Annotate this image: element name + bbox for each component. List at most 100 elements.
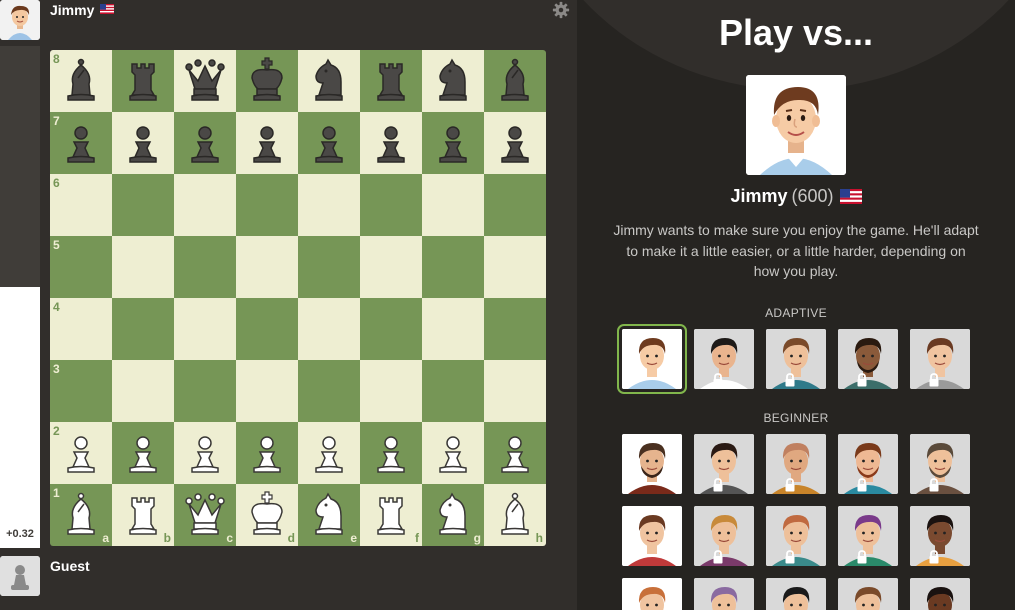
square-h1[interactable]: h [484, 484, 546, 546]
white-rook-icon[interactable] [366, 490, 416, 540]
square-d6[interactable] [236, 174, 298, 236]
square-a8[interactable]: 8 [50, 50, 112, 112]
bot-tile-cap-man[interactable] [766, 506, 826, 566]
square-h3[interactable] [484, 360, 546, 422]
settings-gear-icon[interactable] [552, 1, 570, 19]
square-c7[interactable] [174, 112, 236, 174]
square-h8[interactable] [484, 50, 546, 112]
black-pawn-icon[interactable] [304, 118, 354, 168]
square-c1[interactable]: c [174, 484, 236, 546]
square-e4[interactable] [298, 298, 360, 360]
bot-tile-bald-man[interactable] [766, 434, 826, 494]
bot-tile-purple-hair-woman[interactable] [838, 506, 898, 566]
bot-tile-woman-bun[interactable] [622, 506, 682, 566]
square-e3[interactable] [298, 360, 360, 422]
square-f4[interactable] [360, 298, 422, 360]
bot-tile-bun-hair-man[interactable] [694, 434, 754, 494]
square-a2[interactable]: 2 [50, 422, 112, 484]
square-f6[interactable] [360, 174, 422, 236]
square-a6[interactable]: 6 [50, 174, 112, 236]
bot-tile-gray-beard-man[interactable] [910, 434, 970, 494]
black-rook-icon[interactable] [118, 56, 168, 106]
black-pawn-icon[interactable] [428, 118, 478, 168]
black-pawn-icon[interactable] [366, 118, 416, 168]
bot-tile-bearded-hat-man[interactable] [622, 434, 682, 494]
square-a3[interactable]: 3 [50, 360, 112, 422]
square-b8[interactable] [112, 50, 174, 112]
square-f8[interactable] [360, 50, 422, 112]
square-g1[interactable]: g [422, 484, 484, 546]
bot-tile-woman-bob[interactable] [910, 329, 970, 389]
square-f7[interactable] [360, 112, 422, 174]
square-f2[interactable] [360, 422, 422, 484]
square-c2[interactable] [174, 422, 236, 484]
white-rook-icon[interactable] [118, 490, 168, 540]
square-g2[interactable] [422, 422, 484, 484]
white-knight-icon[interactable] [428, 490, 478, 540]
black-queen-icon[interactable] [180, 56, 230, 106]
square-g4[interactable] [422, 298, 484, 360]
bot-tile-purple-hood[interactable] [694, 578, 754, 610]
square-h7[interactable] [484, 112, 546, 174]
bot-tile-dark-hair-woman[interactable] [766, 578, 826, 610]
square-a5[interactable]: 5 [50, 236, 112, 298]
square-g7[interactable] [422, 112, 484, 174]
square-d2[interactable] [236, 422, 298, 484]
square-e8[interactable] [298, 50, 360, 112]
square-c4[interactable] [174, 298, 236, 360]
square-f1[interactable]: f [360, 484, 422, 546]
black-pawn-icon[interactable] [242, 118, 292, 168]
square-b1[interactable]: b [112, 484, 174, 546]
square-d4[interactable] [236, 298, 298, 360]
square-h6[interactable] [484, 174, 546, 236]
square-d7[interactable] [236, 112, 298, 174]
square-f3[interactable] [360, 360, 422, 422]
square-b4[interactable] [112, 298, 174, 360]
square-c8[interactable] [174, 50, 236, 112]
opponent-avatar[interactable] [0, 0, 40, 40]
white-bishop-icon[interactable] [490, 490, 540, 540]
square-b7[interactable] [112, 112, 174, 174]
square-d5[interactable] [236, 236, 298, 298]
white-king-icon[interactable] [242, 490, 292, 540]
black-king-icon[interactable] [242, 56, 292, 106]
square-c3[interactable] [174, 360, 236, 422]
white-queen-icon[interactable] [180, 490, 230, 540]
black-bishop-icon[interactable] [490, 56, 540, 106]
black-pawn-icon[interactable] [56, 118, 106, 168]
white-pawn-icon[interactable] [56, 428, 106, 478]
bot-tile-ginger-man[interactable] [622, 578, 682, 610]
bot-tile-woman-dark-hair[interactable] [694, 329, 754, 389]
square-h5[interactable] [484, 236, 546, 298]
square-h2[interactable] [484, 422, 546, 484]
square-e1[interactable]: e [298, 484, 360, 546]
square-h4[interactable] [484, 298, 546, 360]
black-knight-icon[interactable] [304, 56, 354, 106]
bot-tile-brown-hair-man[interactable] [838, 578, 898, 610]
square-b5[interactable] [112, 236, 174, 298]
black-pawn-icon[interactable] [490, 118, 540, 168]
square-c6[interactable] [174, 174, 236, 236]
chess-board[interactable]: 8 7 65432 1 a b c d e f g h [50, 50, 546, 546]
square-g3[interactable] [422, 360, 484, 422]
white-pawn-icon[interactable] [304, 428, 354, 478]
square-g8[interactable] [422, 50, 484, 112]
square-e5[interactable] [298, 236, 360, 298]
square-e2[interactable] [298, 422, 360, 484]
white-pawn-icon[interactable] [118, 428, 168, 478]
square-b3[interactable] [112, 360, 174, 422]
guest-avatar[interactable] [0, 556, 40, 596]
square-g6[interactable] [422, 174, 484, 236]
square-a7[interactable]: 7 [50, 112, 112, 174]
square-f5[interactable] [360, 236, 422, 298]
white-pawn-icon[interactable] [180, 428, 230, 478]
square-a1[interactable]: 1a [50, 484, 112, 546]
bot-tile-bearded-man[interactable] [838, 329, 898, 389]
black-pawn-icon[interactable] [118, 118, 168, 168]
white-pawn-icon[interactable] [242, 428, 292, 478]
square-d3[interactable] [236, 360, 298, 422]
bot-tile-red-beard-man[interactable] [838, 434, 898, 494]
black-bishop-icon[interactable] [56, 56, 106, 106]
white-bishop-icon[interactable] [56, 490, 106, 540]
square-e6[interactable] [298, 174, 360, 236]
